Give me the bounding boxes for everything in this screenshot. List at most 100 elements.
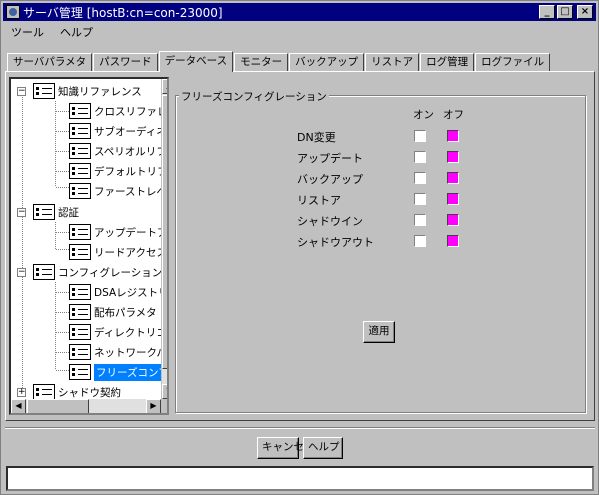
tab-database[interactable]: データベース bbox=[158, 51, 234, 72]
item-icon bbox=[69, 304, 91, 320]
tree-label: スペリオルリファレンス bbox=[94, 145, 167, 158]
help-button[interactable]: ヘルプ bbox=[303, 437, 343, 459]
checkbox-restore-off[interactable] bbox=[447, 193, 459, 205]
checkbox-dn-change-on[interactable] bbox=[414, 130, 426, 142]
separator bbox=[5, 427, 595, 429]
tree-node[interactable]: ディレクトリコンフィグ bbox=[69, 322, 167, 342]
vertical-scroll-thumb[interactable] bbox=[162, 95, 167, 369]
checkbox-backup-on[interactable] bbox=[414, 172, 426, 184]
app-icon[interactable] bbox=[6, 5, 20, 19]
tree-node[interactable]: − 知識リファレンス bbox=[17, 81, 142, 101]
tree-node[interactable]: − 認証 bbox=[17, 202, 79, 222]
horizontal-scrollbar[interactable]: ◀ ▶ bbox=[11, 399, 161, 413]
item-icon bbox=[69, 364, 91, 380]
option-label-shadow-out: シャドウアウト bbox=[297, 236, 374, 249]
close-button[interactable]: × bbox=[577, 5, 593, 19]
menu-bar: ツール ヘルプ bbox=[3, 22, 101, 42]
option-label-update: アップデート bbox=[297, 152, 363, 165]
item-icon bbox=[69, 143, 91, 159]
checkbox-update-off[interactable] bbox=[447, 151, 459, 163]
tab-server-params[interactable]: サーバパラメタ bbox=[7, 53, 93, 71]
tree-node[interactable]: ネットワークパラメタ bbox=[69, 342, 167, 362]
tab-log-file[interactable]: ログファイル bbox=[475, 53, 551, 71]
tree-node[interactable]: − コンフィグレーション bbox=[17, 262, 162, 282]
window-title: サーバ管理 [hostB:cn=con-23000] bbox=[23, 5, 223, 20]
horizontal-scroll-thumb[interactable] bbox=[27, 399, 89, 413]
checkbox-shadow-out-off[interactable] bbox=[447, 235, 459, 247]
expand-icon[interactable]: + bbox=[17, 388, 26, 397]
cancel-button[interactable]: キャンセル bbox=[257, 437, 315, 459]
tab-log-management[interactable]: ログ管理 bbox=[420, 53, 475, 71]
tree-label: リードアクセス制御 bbox=[94, 246, 167, 259]
tree-label: デフォルトリフェラル bbox=[94, 165, 168, 178]
item-icon bbox=[69, 324, 91, 340]
checkbox-restore-on[interactable] bbox=[414, 193, 426, 205]
status-bar bbox=[6, 466, 594, 491]
collapse-icon[interactable]: − bbox=[17, 268, 26, 277]
main-window: サーバ管理 [hostB:cn=con-23000] _ □ × ツール ヘルプ… bbox=[0, 0, 599, 495]
tab-password[interactable]: パスワード bbox=[93, 53, 158, 71]
menu-tools[interactable]: ツール bbox=[3, 24, 52, 40]
tree-label: アップデートアクセス bbox=[94, 226, 167, 239]
option-label-dn-change: DN変更 bbox=[297, 131, 336, 144]
tree-label: ディレクトリコンフィグ bbox=[94, 326, 167, 339]
scroll-left-icon[interactable]: ◀ bbox=[11, 399, 26, 413]
option-label-restore: リストア bbox=[297, 194, 341, 207]
collapse-icon[interactable]: − bbox=[17, 208, 26, 217]
checkbox-shadow-in-on[interactable] bbox=[414, 214, 426, 226]
tree-label: 認証 bbox=[58, 206, 79, 219]
tree-node[interactable]: リードアクセス制御 bbox=[69, 242, 167, 262]
tree-view[interactable]: − 知識リファレンス クロスリファレンス サブオーディネート スペリオルリファレ… bbox=[9, 77, 169, 415]
menu-help[interactable]: ヘルプ bbox=[52, 24, 101, 40]
item-icon bbox=[69, 284, 91, 300]
maximize-button[interactable]: □ bbox=[557, 5, 573, 19]
tab-backup[interactable]: バックアップ bbox=[289, 53, 365, 71]
scroll-corner bbox=[161, 399, 167, 413]
tree-node[interactable]: ファーストレベルDSA bbox=[69, 181, 167, 201]
item-icon bbox=[69, 244, 91, 260]
title-bar[interactable]: サーバ管理 [hostB:cn=con-23000] _ □ × bbox=[3, 3, 596, 21]
folder-icon bbox=[33, 264, 55, 280]
checkbox-backup-off[interactable] bbox=[447, 172, 459, 184]
checkbox-shadow-out-on[interactable] bbox=[414, 235, 426, 247]
item-icon bbox=[69, 103, 91, 119]
tab-restore[interactable]: リストア bbox=[365, 53, 420, 71]
item-icon bbox=[69, 224, 91, 240]
scroll-up-icon[interactable]: ▲ bbox=[162, 79, 167, 94]
item-icon bbox=[69, 163, 91, 179]
vertical-scrollbar[interactable]: ▲ ▼ bbox=[161, 79, 167, 400]
tree-label: 知識リファレンス bbox=[58, 85, 142, 98]
tree-node[interactable]: 配布パラメタ bbox=[69, 302, 157, 322]
tree-node[interactable]: アップデートアクセス bbox=[69, 222, 167, 242]
checkbox-dn-change-off[interactable] bbox=[447, 130, 459, 142]
tree-label: コンフィグレーション bbox=[58, 266, 163, 279]
scroll-down-icon[interactable]: ▼ bbox=[162, 384, 167, 399]
option-label-backup: バックアップ bbox=[297, 173, 363, 186]
minimize-button[interactable]: _ bbox=[539, 5, 555, 19]
item-icon bbox=[69, 183, 91, 199]
tree-node[interactable]: サブオーディネート bbox=[69, 121, 167, 141]
apply-button[interactable]: 適用 bbox=[363, 321, 395, 343]
collapse-icon[interactable]: − bbox=[17, 87, 26, 96]
scroll-right-icon[interactable]: ▶ bbox=[146, 399, 161, 413]
tree-node[interactable]: デフォルトリフェラル bbox=[69, 161, 168, 181]
tree-label: サブオーディネート bbox=[94, 125, 167, 138]
tree-node-selected[interactable]: フリーズコンフィグ bbox=[69, 362, 167, 382]
item-icon bbox=[69, 344, 91, 360]
tree-label: ネットワークパラメタ bbox=[94, 346, 167, 359]
checkbox-shadow-in-off[interactable] bbox=[447, 214, 459, 226]
tree-label: 配布パラメタ bbox=[94, 306, 157, 319]
tree-node[interactable]: スペリオルリファレンス bbox=[69, 141, 167, 161]
column-header-off: オフ bbox=[443, 109, 464, 121]
tree-label: DSAレジストリ bbox=[94, 286, 169, 299]
freeze-config-group bbox=[175, 95, 586, 413]
folder-icon bbox=[33, 83, 55, 99]
tab-monitor[interactable]: モニター bbox=[234, 53, 289, 71]
item-icon bbox=[69, 123, 91, 139]
tab-strip: サーバパラメタ パスワード データベース モニター バックアップ リストア ログ… bbox=[7, 51, 551, 72]
checkbox-update-on[interactable] bbox=[414, 151, 426, 163]
tree-label: シャドウ契約 bbox=[58, 386, 121, 399]
tree-node[interactable]: クロスリファレンス bbox=[69, 101, 167, 121]
tree-node[interactable]: DSAレジストリ bbox=[69, 282, 169, 302]
column-header-on: オン bbox=[413, 109, 434, 121]
